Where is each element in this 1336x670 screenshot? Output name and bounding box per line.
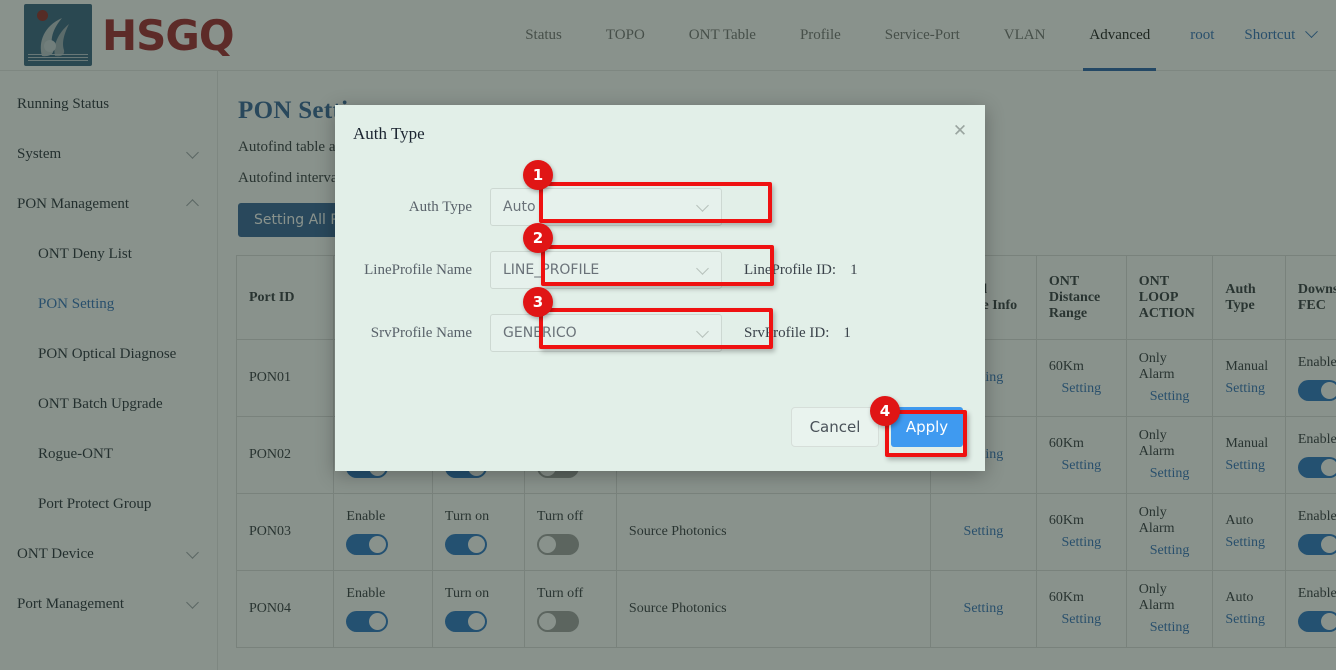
app-root: HSGQ Status TOPO ONT Table Profile Servi… — [0, 0, 1336, 670]
dialog-title: Auth Type — [353, 124, 425, 144]
lineprofile-id-info: LineProfile ID: 1 — [744, 262, 858, 279]
field-label: LineProfile Name — [335, 262, 490, 279]
chevron-down-icon — [696, 325, 709, 338]
auth-type-select[interactable]: Auto — [490, 188, 722, 226]
chevron-down-icon — [696, 262, 709, 275]
step-badge-2: 2 — [523, 223, 553, 253]
lineprofile-id-value: 1 — [850, 262, 858, 278]
lineprofile-id-label: LineProfile ID: — [744, 262, 836, 278]
srvprofile-id-info: SrvProfile ID: 1 — [744, 325, 851, 342]
lineprofile-name-select[interactable]: LINE_PROFILE — [490, 251, 722, 289]
step-badge-3: 3 — [523, 287, 553, 317]
step-badge-1: 1 — [523, 160, 553, 190]
step-badge-4: 4 — [870, 396, 900, 426]
apply-button[interactable]: Apply — [891, 407, 963, 447]
chevron-down-icon — [696, 199, 709, 212]
srvprofile-id-value: 1 — [843, 325, 851, 341]
selected-value: GENERICO — [503, 325, 698, 341]
field-label: SrvProfile Name — [335, 325, 490, 342]
srvprofile-name-select[interactable]: GENERICO — [490, 314, 722, 352]
selected-value: Auto — [503, 199, 698, 215]
field-auth-type: Auth Type Auto — [335, 188, 722, 226]
selected-value: LINE_PROFILE — [503, 262, 698, 278]
field-lineprofile-name: LineProfile Name LINE_PROFILE LineProfil… — [335, 251, 858, 289]
cancel-button[interactable]: Cancel — [791, 407, 879, 447]
field-label: Auth Type — [335, 199, 490, 216]
close-icon[interactable]: ✕ — [951, 123, 969, 141]
field-srvprofile-name: SrvProfile Name GENERICO SrvProfile ID: 1 — [335, 314, 851, 352]
srvprofile-id-label: SrvProfile ID: — [744, 325, 829, 341]
